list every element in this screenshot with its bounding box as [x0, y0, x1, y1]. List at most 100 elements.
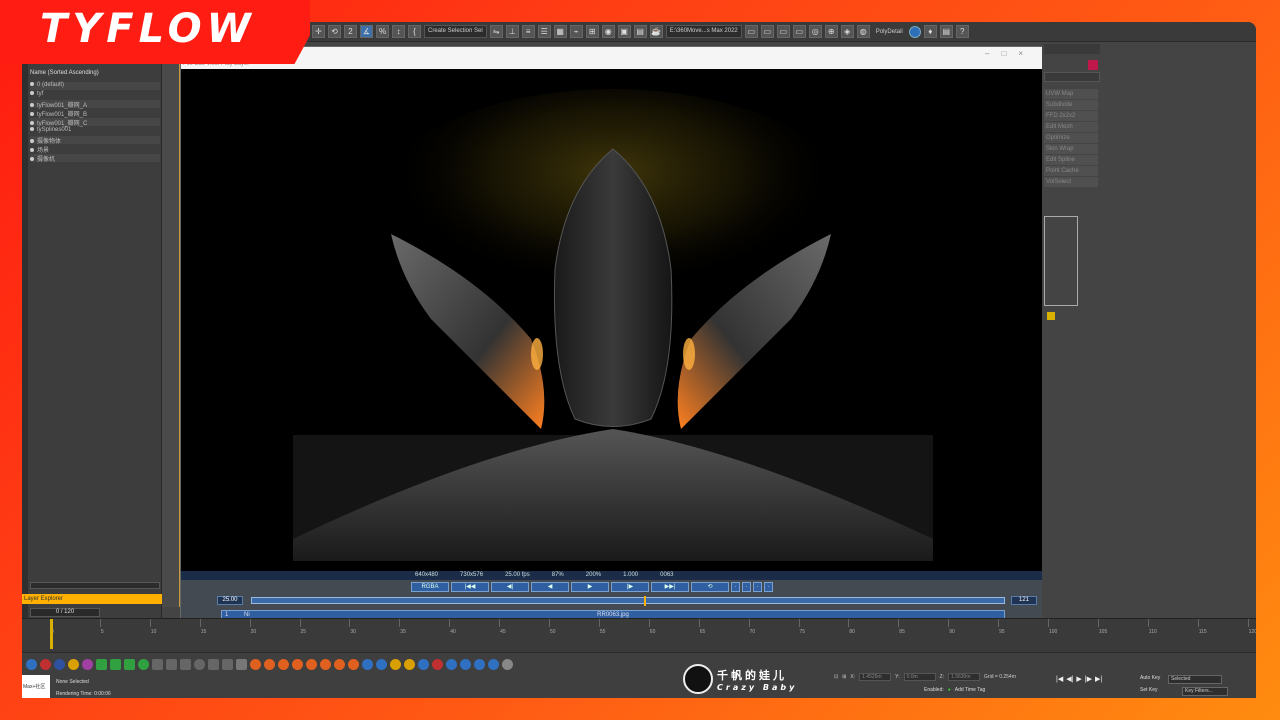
layer-manager-icon[interactable]: ≡: [521, 25, 535, 38]
go-to-start-button[interactable]: |◀◀: [451, 582, 489, 592]
timeline[interactable]: 0510152025303540455055606570758085909510…: [22, 618, 1256, 652]
explorer-row[interactable]: tySplines001: [30, 127, 160, 135]
lock-selection-icon[interactable]: ⊡: [834, 674, 838, 680]
list-icon[interactable]: [236, 659, 247, 670]
select-object-icon[interactable]: [26, 659, 37, 670]
play-selected-icon[interactable]: [194, 659, 205, 670]
rotate-icon[interactable]: ⟲: [328, 25, 341, 38]
explorer-row[interactable]: 0 (default): [30, 82, 160, 90]
explorer-row[interactable]: tyFlow001_瓣网_A: [30, 100, 160, 109]
channel-rgba-button[interactable]: RGBA: [411, 582, 449, 592]
graphite-icon[interactable]: ▦: [553, 25, 567, 38]
modifier-button[interactable]: Edit Spline: [1044, 155, 1098, 165]
option-button[interactable]: ·: [742, 582, 751, 592]
command-panel-tabs[interactable]: [1044, 44, 1100, 54]
stop-animation-icon[interactable]: [208, 659, 219, 670]
fire-icon[interactable]: [278, 659, 289, 670]
filter-icon[interactable]: [82, 659, 93, 670]
render-icon[interactable]: ☕: [649, 25, 663, 38]
select-rotate-icon[interactable]: [110, 659, 121, 670]
fire-icon[interactable]: [334, 659, 345, 670]
selection-set-dropdown[interactable]: Create Selection Sel: [424, 25, 487, 38]
render-setup-icon[interactable]: ▣: [617, 25, 631, 38]
align-icon[interactable]: ⊥: [505, 25, 519, 38]
modifier-button[interactable]: Edit Mesh: [1044, 122, 1098, 132]
explorer-icon-strip[interactable]: [22, 62, 28, 622]
polydetail-label[interactable]: PolyDetail: [873, 29, 906, 35]
next-frame-icon[interactable]: |▶: [1085, 675, 1092, 683]
play-reverse-button[interactable]: ◀: [531, 582, 569, 592]
maxscript-listener[interactable]: Max+社区: [22, 675, 50, 698]
spinner-snap-icon[interactable]: ↕: [392, 25, 405, 38]
water-icon[interactable]: [488, 659, 499, 670]
end-frame-field[interactable]: 121: [1011, 596, 1037, 605]
option-button[interactable]: ·: [731, 582, 740, 592]
modifier-button[interactable]: FFD 2x2x2: [1044, 111, 1098, 121]
absolute-mode-icon[interactable]: ⊞: [842, 674, 846, 680]
frame-slider[interactable]: [251, 596, 1005, 606]
play-icon[interactable]: ▶: [1076, 675, 1081, 683]
pin-stack-icon[interactable]: [1047, 312, 1055, 320]
modifier-button[interactable]: Optimize: [1044, 133, 1098, 143]
render-frame-icon[interactable]: ▤: [633, 25, 647, 38]
frame-rate-field[interactable]: 25.00: [217, 596, 243, 605]
ram-player-titlebar[interactable]: File Edit View Play Layer –□×: [181, 47, 1043, 69]
water-icon[interactable]: [418, 659, 429, 670]
frame-slider-marker[interactable]: [644, 596, 646, 606]
explorer-header[interactable]: Name (Sorted Ascending): [30, 70, 160, 80]
modifier-stack[interactable]: [1044, 216, 1078, 306]
explorer-row[interactable]: 场景: [30, 145, 160, 154]
water-icon[interactable]: [362, 659, 373, 670]
angle-snap-icon[interactable]: ∡: [360, 25, 373, 38]
fire-icon[interactable]: [264, 659, 275, 670]
unlink-icon[interactable]: [54, 659, 65, 670]
loop-button[interactable]: ⟲: [691, 582, 729, 592]
explorer-row[interactable]: 摄像机: [30, 154, 160, 163]
play-animation-icon[interactable]: [152, 659, 163, 670]
info-icon[interactable]: [908, 25, 921, 38]
bind-icon[interactable]: [68, 659, 79, 670]
liquid-icon[interactable]: [390, 659, 401, 670]
explorer-row[interactable]: 摄像物体: [30, 136, 160, 145]
x-coordinate-field[interactable]: 1.4525m: [859, 673, 892, 681]
modifier-button[interactable]: VolSelect: [1044, 177, 1098, 187]
timeline-ruler[interactable]: 0510152025303540455055606570758085909510…: [50, 619, 1256, 649]
layer-explorer-label[interactable]: Layer Explorer: [22, 594, 162, 604]
grid-icon[interactable]: ⊕: [824, 25, 838, 38]
water-icon[interactable]: [376, 659, 387, 670]
modifier-button[interactable]: Point Cache: [1044, 166, 1098, 176]
modifier-button[interactable]: Subdivide: [1044, 100, 1098, 110]
modifier-list-dropdown[interactable]: [1044, 72, 1100, 82]
save-icon[interactable]: ▭: [776, 25, 790, 38]
snap-toggle-icon[interactable]: [138, 659, 149, 670]
explorer-row[interactable]: tyFlow001_瓣网_C: [30, 118, 160, 127]
modifier-button[interactable]: Skin Wrap: [1044, 144, 1098, 154]
select-move-icon[interactable]: [96, 659, 107, 670]
material-editor-icon[interactable]: ◉: [601, 25, 615, 38]
key-filters-button[interactable]: Key Filters...: [1182, 687, 1228, 696]
scene-explorer-icon[interactable]: ☰: [537, 25, 551, 38]
fire-icon[interactable]: [320, 659, 331, 670]
snap-icon[interactable]: 2: [344, 25, 357, 38]
record-icon[interactable]: [432, 659, 443, 670]
tools-icon[interactable]: ◎: [808, 25, 822, 38]
go-start-icon[interactable]: |◀: [1056, 675, 1063, 683]
fire-icon[interactable]: [348, 659, 359, 670]
pause-icon[interactable]: [166, 659, 177, 670]
explorer-row[interactable]: tyFlow001_瓣网_B: [30, 109, 160, 118]
delete-icon[interactable]: [222, 659, 233, 670]
add-time-tag-button[interactable]: Add Time Tag: [955, 687, 985, 693]
object-color-swatch[interactable]: [1088, 60, 1098, 70]
mirror-icon[interactable]: ⇋: [489, 25, 503, 38]
step-back-button[interactable]: ◀|: [491, 582, 529, 592]
y-coordinate-field[interactable]: 0.0m: [903, 673, 936, 681]
selected-dropdown[interactable]: Selected: [1168, 675, 1222, 684]
fire-icon[interactable]: [250, 659, 261, 670]
z-coordinate-field[interactable]: 1.5630m: [948, 673, 981, 681]
explorer-row[interactable]: tyf: [30, 91, 160, 99]
frame-counter[interactable]: 0 / 120: [30, 608, 100, 617]
auto-key-button[interactable]: Auto Key: [1140, 675, 1164, 684]
fire-icon[interactable]: [306, 659, 317, 670]
prev-frame-icon[interactable]: ◀|: [1066, 675, 1073, 683]
stop-icon[interactable]: [180, 659, 191, 670]
